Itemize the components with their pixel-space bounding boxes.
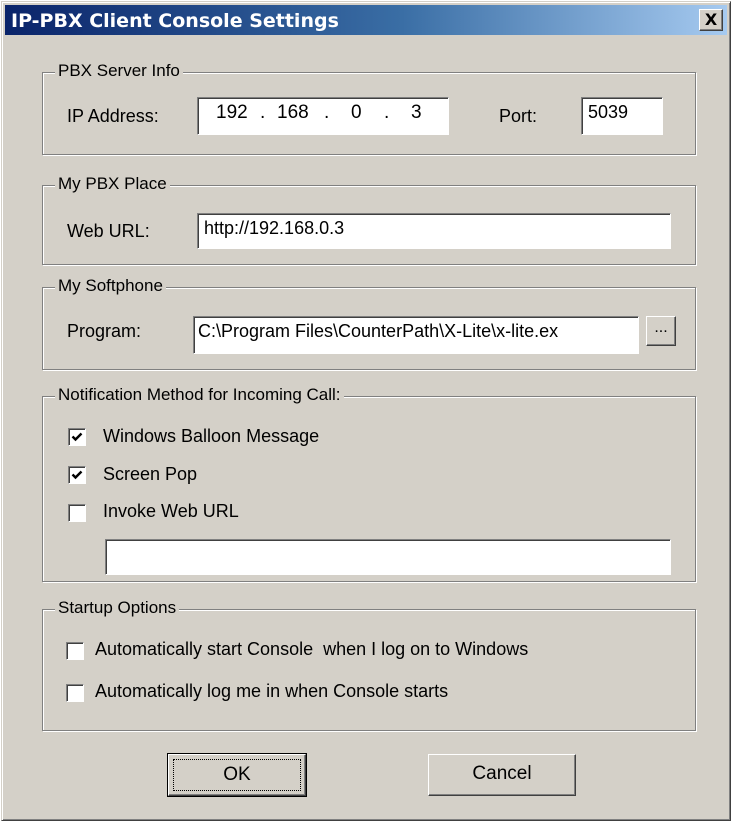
windows-balloon-label: Windows Balloon Message [103,426,320,446]
ip-address-label: IP Address: [67,106,159,126]
auto-login-label: Automatically log me in when Console sta… [95,681,449,701]
close-icon: X [704,10,718,29]
program-path-field[interactable]: C:\Program Files\CounterPath\X-Lite\x-li… [193,316,639,354]
focus-rect: OK [173,759,301,791]
ip-octet-3[interactable]: 0 [351,102,362,124]
notification-method-group: Notification Method for Incoming Call: W… [42,385,696,582]
program-label: Program: [67,321,142,341]
startup-options-legend: Startup Options [55,598,180,618]
auto-start-console-label: Automatically start Console when I log o… [95,639,529,659]
settings-dialog: IP-PBX Client Console Settings X PBX Ser… [1,1,731,821]
browse-button[interactable]: ... [646,316,676,346]
screen-pop-label: Screen Pop [103,464,198,484]
ip-octet-1[interactable]: 192 [216,102,248,124]
ip-octet-2[interactable]: 168 [277,102,309,124]
invoke-web-url-label: Invoke Web URL [103,501,239,521]
invoke-web-url-checkbox[interactable] [68,504,86,522]
my-pbx-place-group: My PBX Place Web URL: http://192.168.0.3 [42,174,696,265]
my-pbx-place-legend: My PBX Place [55,174,170,194]
my-softphone-group: My Softphone Program: C:\Program Files\C… [42,276,696,370]
cancel-button[interactable]: Cancel [428,754,576,796]
my-softphone-legend: My Softphone [55,276,166,296]
ip-separator: . [324,102,330,123]
title-bar[interactable]: IP-PBX Client Console Settings X [5,5,727,35]
pbx-server-info-legend: PBX Server Info [55,61,183,81]
ip-separator: . [260,102,266,123]
ip-octet-4[interactable]: 3 [411,102,422,124]
pbx-server-info-group: PBX Server Info IP Address: 192 . 168 . … [42,61,696,155]
web-url-label: Web URL: [67,221,150,241]
auto-start-console-checkbox[interactable] [66,642,84,660]
screen-pop-checkbox[interactable] [68,466,86,484]
port-field[interactable]: 5039 [581,97,663,135]
windows-balloon-checkbox[interactable] [68,428,86,446]
checkmark-icon [71,432,83,442]
ok-button-label: OK [223,764,251,785]
web-url-field[interactable]: http://192.168.0.3 [197,213,671,249]
window-title: IP-PBX Client Console Settings [11,10,339,32]
port-label: Port: [499,106,538,126]
cancel-button-label: Cancel [472,763,532,784]
checkmark-icon [71,470,83,480]
startup-options-group: Startup Options Automatically start Cons… [42,598,696,731]
auto-login-checkbox[interactable] [66,684,84,702]
ip-separator: . [384,102,390,123]
notification-method-legend: Notification Method for Incoming Call: [55,385,344,405]
close-button[interactable]: X [699,9,723,31]
invoke-web-url-field[interactable] [105,539,671,575]
ok-button[interactable]: OK [167,753,307,797]
ip-address-field[interactable]: 192 . 168 . 0 . 3 [197,97,449,135]
